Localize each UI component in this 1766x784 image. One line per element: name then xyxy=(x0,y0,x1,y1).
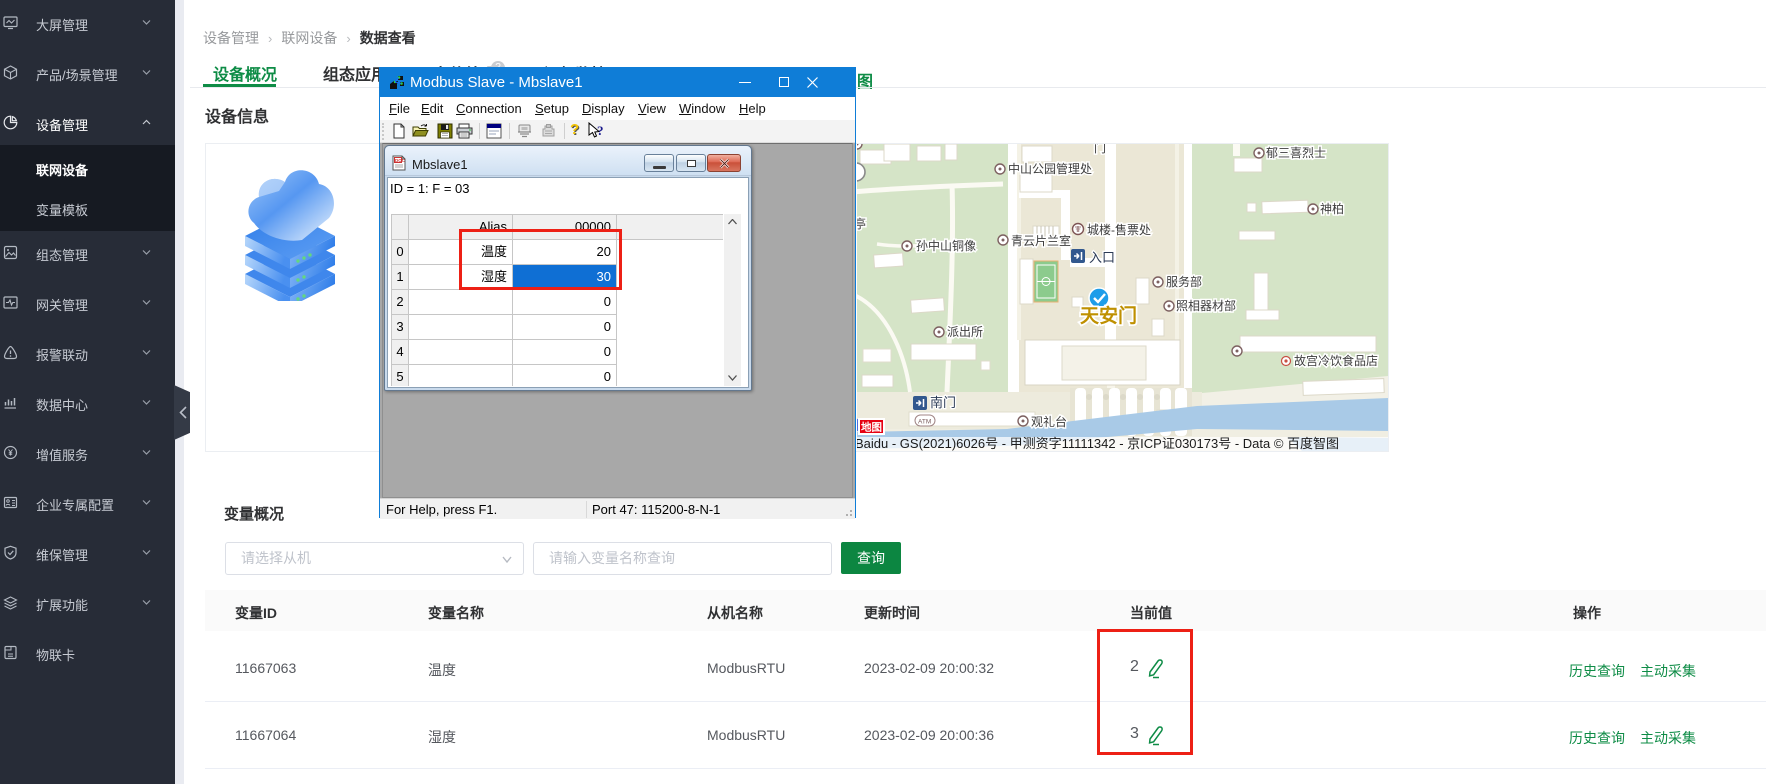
svg-text:城楼-售票处: 城楼-售票处 xyxy=(1087,222,1151,237)
svg-text:派出所: 派出所 xyxy=(947,325,983,339)
svg-text:中山公园管理处: 中山公园管理处 xyxy=(1008,161,1092,176)
svg-text:服务部: 服务部 xyxy=(1166,274,1202,289)
svg-text:Baidu - GS(2021)6026号 - 甲测资字11: Baidu - GS(2021)6026号 - 甲测资字11111342 - 京… xyxy=(857,436,1339,451)
svg-text:青云片兰室: 青云片兰室 xyxy=(1011,233,1071,248)
svg-text:孙中山铜像: 孙中山铜像 xyxy=(916,238,976,253)
svg-text:郁三喜烈士: 郁三喜烈士 xyxy=(1266,145,1326,160)
svg-text:观礼台: 观礼台 xyxy=(1031,414,1067,429)
svg-text:ATM: ATM xyxy=(918,419,931,426)
svg-text:天安门: 天安门 xyxy=(1080,304,1137,327)
svg-text:门: 门 xyxy=(1094,144,1106,155)
svg-text:地图: 地图 xyxy=(861,421,882,434)
svg-text:照相器材部: 照相器材部 xyxy=(1176,298,1236,313)
svg-text:?: ? xyxy=(597,123,604,138)
svg-text:神柏: 神柏 xyxy=(1320,201,1344,216)
svg-text:南门: 南门 xyxy=(930,395,956,410)
svg-text:亭: 亭 xyxy=(857,216,866,231)
svg-text:DOC: DOC xyxy=(395,158,406,163)
svg-text:入口: 入口 xyxy=(1089,250,1115,265)
svg-text:故宫冷饮食品店: 故宫冷饮食品店 xyxy=(1294,353,1378,368)
